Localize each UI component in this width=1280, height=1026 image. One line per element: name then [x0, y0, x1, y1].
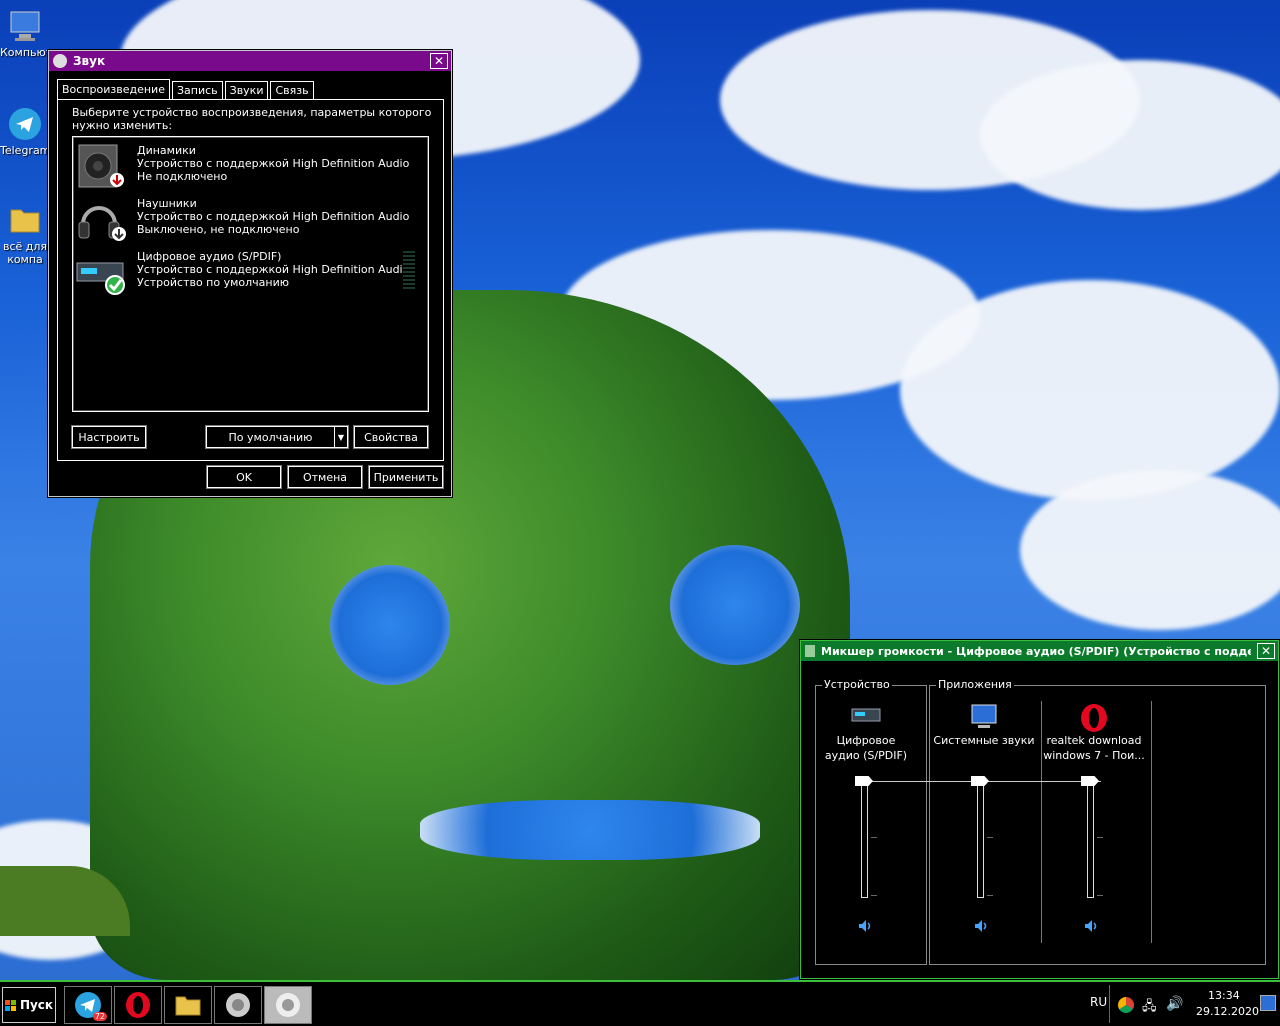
desktop-icon-telegram[interactable]: Telegram [0, 106, 50, 157]
close-icon: ✕ [1260, 644, 1272, 658]
window-title: Микшер громкости - Цифровое аудио (S/PDI… [821, 644, 1251, 658]
mixer-titlebar[interactable]: Микшер громкости - Цифровое аудио (S/PDI… [801, 641, 1278, 661]
mixer-column-system-sounds: Системные звуки [929, 703, 1039, 748]
tab-communications[interactable]: Связь [270, 81, 314, 99]
taskbar-sound[interactable] [214, 986, 262, 1024]
volume-slider-opera[interactable] [1087, 781, 1094, 898]
column-divider [1151, 701, 1152, 943]
chevron-down-icon[interactable]: ▼ [334, 427, 347, 447]
device-group-label: Устройство [822, 678, 892, 691]
close-button[interactable]: ✕ [430, 53, 448, 69]
clock-time[interactable]: 13:34 [1208, 989, 1240, 1002]
mixer-name: Цифровое [836, 734, 896, 747]
device-item-speakers[interactable]: Динамики Устройство с поддержкой High De… [75, 141, 420, 191]
computer-icon [7, 8, 43, 44]
speaker-volume-icon [975, 920, 987, 932]
volume-slider-device[interactable] [861, 781, 868, 898]
device-name: Наушники [137, 197, 197, 210]
folder-icon [7, 202, 43, 238]
tab-sounds[interactable]: Звуки [224, 81, 269, 99]
device-name: Цифровое аудио (S/PDIF) [137, 250, 282, 263]
tab-strip: Воспроизведение Запись Звуки Связь [57, 79, 316, 99]
device-status: Не подключено [137, 170, 228, 183]
taskbar: Пуск 72 RU 🖧 🔊 13:34 29.12.2020 [0, 980, 1280, 1026]
opera-icon [126, 992, 150, 1018]
playback-panel: Выберите устройство воспроизведения, пар… [57, 99, 444, 461]
sound-dialog: Звук ✕ Воспроизведение Запись Звуки Связ… [48, 50, 452, 497]
headphones-icon [75, 196, 127, 242]
apply-button[interactable]: Применить [369, 466, 443, 488]
notification-badge: 72 [92, 1012, 107, 1021]
digital-audio-icon [75, 249, 127, 295]
tab-playback[interactable]: Воспроизведение [57, 79, 170, 99]
volume-slider-system-sounds[interactable] [977, 781, 984, 898]
taskbar-opera[interactable] [114, 986, 162, 1024]
digital-audio-icon [811, 703, 921, 733]
ok-button[interactable]: OK [207, 466, 281, 488]
device-desc: Устройство с поддержкой High Definition … [137, 157, 410, 170]
system-sounds-icon [929, 703, 1039, 733]
device-status: Выключено, не подключено [137, 223, 300, 236]
desktop-icon-label: всё для компа [2, 240, 48, 266]
mixer-name: windows 7 - Пои... [1043, 749, 1145, 762]
sound-titlebar[interactable]: Звук ✕ [49, 51, 451, 71]
device-desc: Устройство с поддержкой High Definition … [137, 210, 410, 223]
device-item-headphones[interactable]: Наушники Устройство с поддержкой High De… [75, 194, 420, 244]
sound-app-icon [53, 54, 67, 68]
device-desc: Устройство с поддержкой High Definition … [137, 263, 410, 276]
network-icon[interactable]: 🖧 [1142, 997, 1157, 1019]
set-default-label: По умолчанию [228, 430, 313, 444]
opera-icon [1039, 703, 1149, 733]
cancel-button[interactable]: Отмена [288, 466, 362, 488]
configure-button[interactable]: Настроить [72, 426, 146, 448]
telegram-icon [7, 106, 43, 142]
speaker-icon [75, 143, 127, 189]
close-icon: ✕ [433, 54, 445, 68]
speaker-icon [226, 993, 250, 1017]
window-title: Звук [73, 54, 106, 68]
folder-icon [175, 996, 201, 1016]
mute-button-system-sounds[interactable] [973, 917, 991, 935]
level-meter [403, 249, 415, 289]
start-label: Пуск [19, 998, 54, 1012]
instruction-text: Выберите устройство воспроизведения, пар… [72, 106, 432, 132]
mixer-name: Системные звуки [933, 734, 1035, 747]
taskbar-telegram[interactable]: 72 [64, 986, 112, 1024]
set-default-button[interactable]: По умолчанию ▼ [206, 426, 348, 448]
system-tray: 🖧 🔊 13:34 29.12.2020 [1109, 985, 1280, 1023]
mute-button-opera[interactable] [1083, 917, 1101, 935]
applications-group-label: Приложения [936, 678, 1014, 691]
start-button[interactable]: Пуск [2, 987, 56, 1023]
desktop-icon-computer[interactable]: Компьютер [0, 8, 66, 59]
taskbar-mixer[interactable] [264, 986, 312, 1024]
device-name: Динамики [137, 144, 196, 157]
speaker-volume-icon [1085, 920, 1097, 932]
language-indicator[interactable]: RU [1090, 995, 1107, 1009]
speaker-volume-icon [859, 920, 871, 932]
show-desktop-icon[interactable] [1260, 995, 1276, 1011]
tab-recording[interactable]: Запись [171, 81, 223, 99]
taskbar-explorer[interactable] [164, 986, 212, 1024]
mute-button-device[interactable] [857, 917, 875, 935]
clock-date[interactable]: 29.12.2020 [1196, 1005, 1259, 1018]
windows-logo-icon [4, 999, 16, 1011]
mixer-name: аудио (S/PDIF) [824, 749, 908, 762]
volume-mixer-window: Микшер громкости - Цифровое аудио (S/PDI… [800, 640, 1279, 979]
mixer-column-opera: realtek download windows 7 - Пои... [1039, 703, 1149, 763]
properties-button[interactable]: Свойства [354, 426, 428, 448]
device-item-digital-audio[interactable]: Цифровое аудио (S/PDIF) Устройство с под… [75, 247, 420, 297]
desktop-icon-label: Telegram [0, 144, 51, 157]
desktop-icon-folder[interactable]: всё для компа [0, 202, 50, 266]
volume-tray-icon[interactable]: 🔊 [1166, 996, 1183, 1012]
mixer-column-device: Цифровое аудио (S/PDIF) [811, 703, 921, 763]
device-status: Устройство по умолчанию [137, 276, 290, 289]
mixer-name: realtek download [1046, 734, 1142, 747]
close-button[interactable]: ✕ [1257, 643, 1275, 659]
speaker-icon [276, 993, 300, 1017]
chrome-tray-icon[interactable] [1118, 997, 1134, 1013]
device-list: Динамики Устройство с поддержкой High De… [72, 136, 429, 412]
mixer-app-icon [805, 645, 815, 657]
